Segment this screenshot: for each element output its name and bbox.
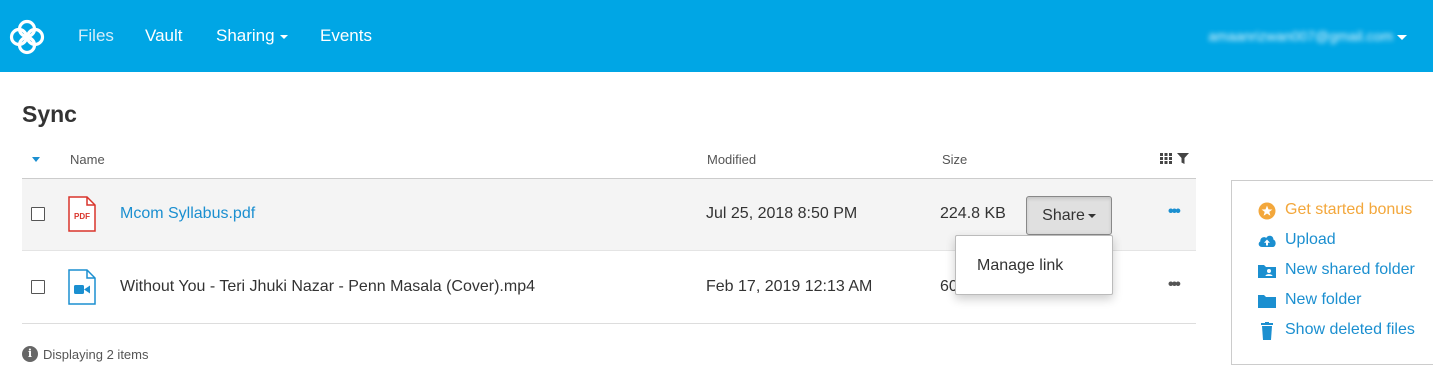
side-item-label: Show deleted files (1285, 321, 1415, 338)
more-options-icon[interactable]: ••• (1168, 203, 1181, 221)
side-item-label: Get started bonus (1285, 201, 1413, 218)
sort-toggle-icon[interactable] (32, 157, 40, 162)
nav-events[interactable]: Events (320, 26, 372, 46)
file-modified: Feb 17, 2019 12:13 AM (706, 278, 873, 295)
filter-icon[interactable] (1177, 153, 1189, 164)
share-dropdown-menu: Manage link (955, 235, 1113, 295)
page-title: Sync (22, 101, 77, 127)
chevron-down-icon (1087, 213, 1096, 218)
cloud-upload-icon (1258, 235, 1276, 247)
file-modified: Jul 25, 2018 8:50 PM (706, 205, 858, 222)
account-chevron-down-icon[interactable] (1397, 35, 1407, 40)
info-icon: i (22, 346, 38, 362)
account-menu[interactable]: amaanrizwan007@gmail.com (1208, 28, 1393, 44)
side-item-label: Upload (1285, 231, 1336, 248)
nav-sharing-label: Sharing (216, 26, 275, 45)
video-file-icon (68, 269, 96, 305)
file-name[interactable]: Without You - Teri Jhuki Nazar - Penn Ma… (120, 278, 535, 296)
pdf-icon: PDF (68, 196, 96, 232)
row-checkbox[interactable] (31, 207, 45, 221)
trash-icon (1261, 322, 1273, 340)
file-size: 224.8 KB (940, 205, 1006, 222)
nav-files[interactable]: Files (78, 26, 114, 46)
column-header-name[interactable]: Name (70, 152, 105, 167)
side-item-label: New folder (1285, 291, 1362, 308)
side-item-label: New shared folder (1285, 261, 1415, 278)
menu-item-manage-link[interactable]: Manage link (977, 257, 1063, 275)
share-button[interactable]: Share (1026, 196, 1112, 235)
folder-icon (1258, 295, 1276, 308)
nav-sharing-dropdown[interactable]: Sharing (216, 26, 288, 46)
svg-text:PDF: PDF (74, 212, 90, 221)
column-header-size[interactable]: Size (942, 152, 967, 167)
column-header-modified[interactable]: Modified (707, 152, 756, 167)
nav-vault[interactable]: Vault (145, 26, 183, 46)
item-count-text: Displaying 2 items (43, 347, 149, 362)
grid-view-icon[interactable] (1160, 153, 1172, 164)
shared-folder-icon (1258, 265, 1276, 278)
share-button-label: Share (1042, 207, 1085, 224)
row-checkbox[interactable] (31, 280, 45, 294)
star-icon (1258, 202, 1276, 220)
chevron-down-icon (279, 34, 288, 39)
top-navbar: Files Vault Sharing Events amaanrizwan00… (0, 0, 1433, 72)
more-options-icon[interactable]: ••• (1168, 276, 1181, 294)
actions-panel: Get started bonus Upload New shared fold… (1231, 180, 1433, 365)
sync-logo-icon[interactable] (4, 16, 50, 58)
file-name-link[interactable]: Mcom Syllabus.pdf (120, 205, 255, 223)
